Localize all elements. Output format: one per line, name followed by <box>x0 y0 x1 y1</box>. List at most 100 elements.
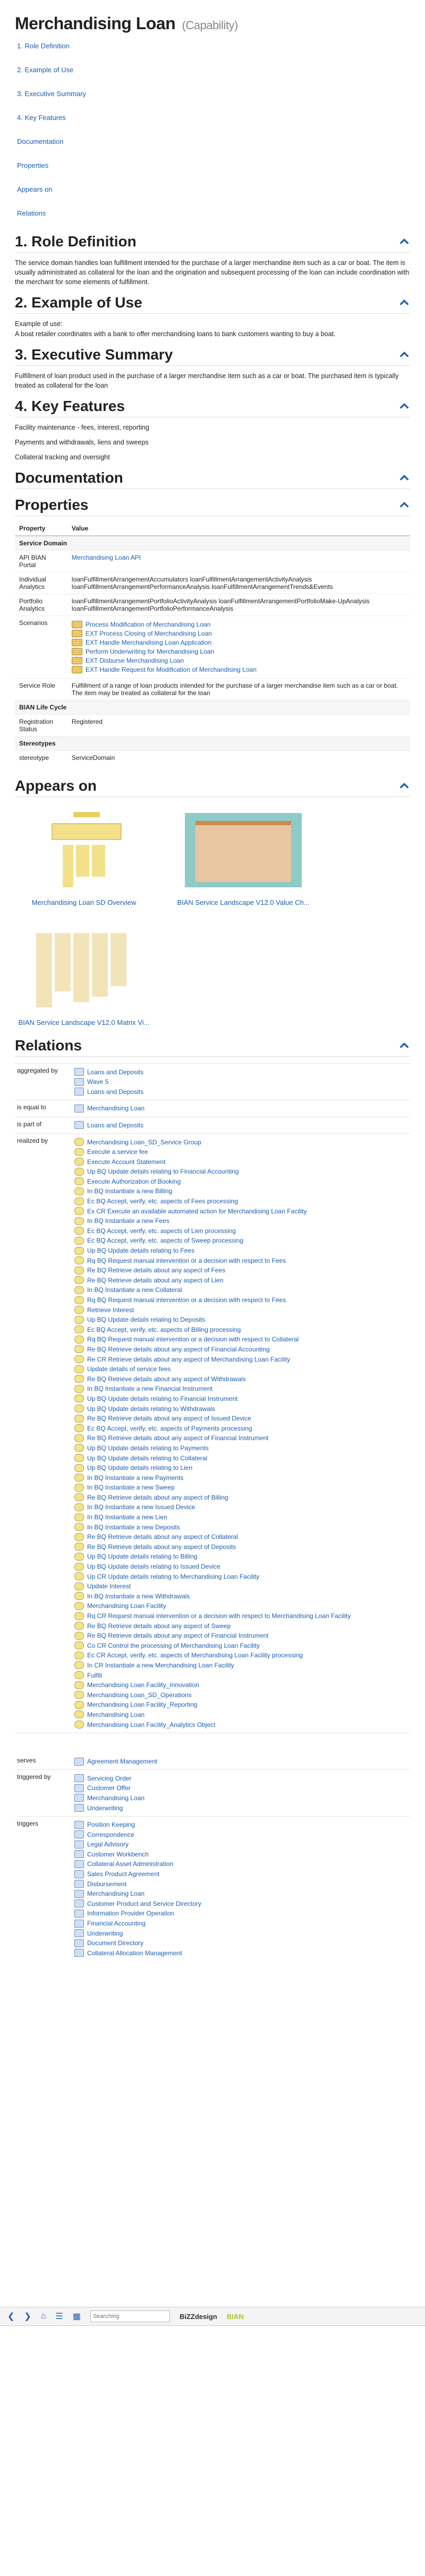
relation-link[interactable]: Loans and Deposits <box>87 1122 143 1129</box>
relation-link[interactable]: Loans and Deposits <box>87 1068 143 1076</box>
relation-link[interactable]: Re BQ Retrieve details about any aspect … <box>87 1434 269 1442</box>
relation-item[interactable]: Fulfill <box>74 1670 408 1680</box>
toc-link[interactable]: 3. Executive Summary <box>17 90 86 98</box>
relation-item[interactable]: Re BQ Retrieve details about any aspect … <box>74 1414 408 1424</box>
relation-link[interactable]: Up BQ Update details relating to Deposit… <box>87 1316 205 1323</box>
relation-link[interactable]: Merchandising Loan Facility_Innovation <box>87 1681 199 1689</box>
scenario-item[interactable]: EXT Handle Request for Modification of M… <box>71 666 406 674</box>
relation-item[interactable]: In BQ Instantiate a new Fees <box>74 1216 408 1226</box>
chevron-up-icon[interactable] <box>398 297 410 309</box>
relation-item[interactable]: Loans and Deposits <box>74 1086 408 1097</box>
relation-link[interactable]: Up CR Update details relating to Merchan… <box>87 1573 259 1580</box>
relation-link[interactable]: Legal Advisory <box>87 1841 129 1848</box>
relation-link[interactable]: Execute Authorization of Booking <box>87 1178 181 1185</box>
relation-link[interactable]: Fulfill <box>87 1672 102 1679</box>
chevron-up-icon[interactable] <box>398 236 410 247</box>
relation-item[interactable]: Merchandising Loan_SD_Service Group <box>74 1137 408 1147</box>
relation-item[interactable]: Up BQ Update details relating to Financi… <box>74 1167 408 1177</box>
relation-link[interactable]: Sales Product Agreement <box>87 1870 159 1878</box>
relation-item[interactable]: Re BQ Retrieve details about any aspect … <box>74 1542 408 1552</box>
relation-item[interactable]: Re BQ Retrieve details about any aspect … <box>74 1265 408 1276</box>
relation-item[interactable]: Re BQ Retrieve details about any aspect … <box>74 1374 408 1384</box>
relation-item[interactable]: Merchandising Loan_SD_Operations <box>74 1690 408 1700</box>
relation-link[interactable]: Ec BQ Accept, verify, etc. aspects of Bi… <box>87 1326 241 1333</box>
relation-link[interactable]: Underwriting <box>87 1804 123 1812</box>
relation-item[interactable]: Wave 5 <box>74 1077 408 1087</box>
relation-link[interactable]: Customer Offer <box>87 1784 131 1792</box>
relation-item[interactable]: Ec BQ Accept, verify, etc. aspects of Pa… <box>74 1423 408 1433</box>
relation-link[interactable]: Execute Account Statement <box>87 1158 165 1166</box>
relation-link[interactable]: Re BQ Retrieve details about any aspect … <box>87 1346 270 1353</box>
relation-item[interactable]: Ec BQ Accept, verify, etc. aspects of Fe… <box>74 1196 408 1206</box>
relation-item[interactable]: Collateral Asset Administration <box>74 1859 408 1869</box>
relation-item[interactable]: Merchandising Loan Facility <box>74 1601 408 1611</box>
relation-item[interactable]: Customer Product and Service Directory <box>74 1899 408 1909</box>
relation-link[interactable]: In BQ Instantiate a new Lien <box>87 1513 167 1521</box>
relation-item[interactable]: Up BQ Update details relating to Fees <box>74 1246 408 1256</box>
relation-item[interactable]: Correspondence <box>74 1829 408 1839</box>
relation-link[interactable]: Ec CR Accept, verify, etc. aspects of Me… <box>87 1651 303 1659</box>
relation-link[interactable]: Re BQ Retrieve details about any aspect … <box>87 1415 251 1422</box>
relation-item[interactable]: In BQ Instantiate a new Withdrawals <box>74 1591 408 1602</box>
relation-item[interactable]: Merchandising Loan Facility_Analytics Ob… <box>74 1719 408 1730</box>
toc-link[interactable]: 1. Role Definition <box>17 42 70 50</box>
relation-item[interactable]: Merchandising Loan <box>74 1710 408 1720</box>
relation-link[interactable]: Wave 5 <box>87 1078 108 1085</box>
relation-link[interactable]: Financial Accounting <box>87 1920 146 1927</box>
relation-link[interactable]: Re BQ Retrieve details about any aspect … <box>87 1543 236 1551</box>
relation-link[interactable]: In BQ Instantiate a new Billing <box>87 1187 172 1195</box>
relation-link[interactable]: Up BQ Update details relating to Financi… <box>87 1168 239 1175</box>
relation-item[interactable]: In BQ Instantiate a new Payments <box>74 1473 408 1483</box>
relation-item[interactable]: Position Keeping <box>74 1820 408 1830</box>
relation-item[interactable]: Merchandising Loan Facility_Reporting <box>74 1700 408 1710</box>
grid-icon[interactable]: ▦ <box>73 2311 81 2322</box>
relation-link[interactable]: Execute a service fee <box>87 1148 148 1156</box>
relation-item[interactable]: Re CR Retrieve details about any aspect … <box>74 1354 408 1364</box>
relation-link[interactable]: Re BQ Retrieve details about any aspect … <box>87 1277 223 1284</box>
relation-link[interactable]: Merchandising Loan <box>87 1711 144 1718</box>
toc-link[interactable]: Relations <box>17 209 46 217</box>
relation-item[interactable]: Re BQ Retrieve details about any aspect … <box>74 1345 408 1355</box>
relation-link[interactable]: Up BQ Update details relating to Financi… <box>87 1395 237 1402</box>
relation-item[interactable]: Collateral Allocation Management <box>74 1948 408 1958</box>
relation-item[interactable]: Servicing Order <box>74 1773 408 1783</box>
relation-item[interactable]: In CR Instantiate a new Merchandising Lo… <box>74 1661 408 1671</box>
relation-link[interactable]: Re BQ Retrieve details about any aspect … <box>87 1533 238 1541</box>
relation-item[interactable]: Re BQ Retrieve details about any aspect … <box>74 1276 408 1286</box>
relation-item[interactable]: Sales Product Agreement <box>74 1869 408 1879</box>
relation-item[interactable]: Ex CR Execute an available automated act… <box>74 1206 408 1216</box>
relation-item[interactable]: Up BQ Update details relating to Billing <box>74 1552 408 1562</box>
relation-link[interactable]: Rq BQ Request manual intervention or a d… <box>87 1257 286 1264</box>
chevron-up-icon[interactable] <box>398 400 410 412</box>
relation-link[interactable]: In CR Instantiate a new Merchandising Lo… <box>87 1662 234 1669</box>
relation-item[interactable]: Up BQ Update details relating to Deposit… <box>74 1315 408 1325</box>
relation-link[interactable]: Customer Workbench <box>87 1851 149 1858</box>
search-input[interactable] <box>90 2310 170 2322</box>
relation-item[interactable]: Co CR Control the processing of Merchand… <box>74 1641 408 1651</box>
relation-link[interactable]: Merchandising Loan <box>87 1794 144 1802</box>
relation-link[interactable]: Merchandising Loan <box>87 1105 144 1112</box>
relation-item[interactable]: Ec BQ Accept, verify, etc. aspects of Li… <box>74 1226 408 1236</box>
relation-link[interactable]: Servicing Order <box>87 1775 131 1782</box>
relation-link[interactable]: Up BQ Update details relating to Billing <box>87 1553 197 1560</box>
scenario-item[interactable]: EXT Disburse Merchandising Loan <box>71 657 406 665</box>
relation-link[interactable]: Merchandising Loan Facility_Reporting <box>87 1701 197 1708</box>
relation-item[interactable]: Execute Authorization of Booking <box>74 1177 408 1187</box>
relation-link[interactable]: In BQ Instantiate a new Deposits <box>87 1524 180 1531</box>
relation-link[interactable]: Loans and Deposits <box>87 1088 143 1096</box>
relation-item[interactable]: Customer Offer <box>74 1783 408 1793</box>
relation-item[interactable]: Rq BQ Request manual intervention or a d… <box>74 1334 408 1345</box>
home-icon[interactable]: ⌂ <box>41 2312 46 2321</box>
relation-item[interactable]: Up BQ Update details relating to Lien <box>74 1463 408 1473</box>
relation-link[interactable]: Up BQ Update details relating to Withdra… <box>87 1405 215 1413</box>
relation-link[interactable]: Re BQ Retrieve details about any aspect … <box>87 1494 228 1501</box>
relation-link[interactable]: Co CR Control the processing of Merchand… <box>87 1642 260 1649</box>
relation-link[interactable]: Up BQ Update details relating to Lien <box>87 1464 192 1471</box>
relation-item[interactable]: Re BQ Retrieve details about any aspect … <box>74 1621 408 1631</box>
toc-link[interactable]: Properties <box>17 161 48 169</box>
api-link[interactable]: Merchandising Loan API <box>72 554 141 561</box>
diagram-thumbnail[interactable]: BIAN Service Landscape V12.0 Value Ch... <box>174 808 312 906</box>
chevron-up-icon[interactable] <box>398 1040 410 1051</box>
relation-link[interactable]: Merchandising Loan Facility <box>87 1602 166 1610</box>
relation-link[interactable]: Up BQ Update details relating to Issued … <box>87 1563 220 1570</box>
